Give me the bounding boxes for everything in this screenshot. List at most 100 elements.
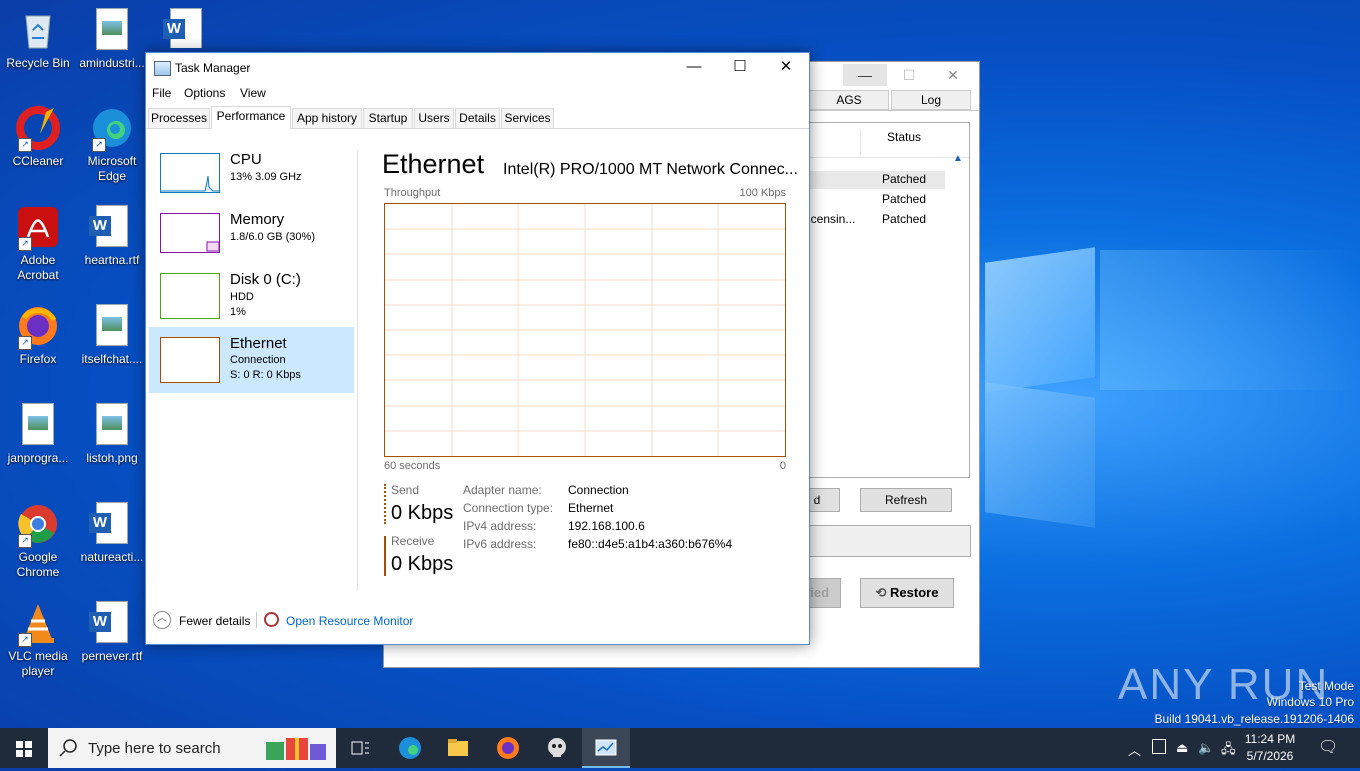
desktop-icon-acrobat[interactable]: ↗ Adobe Acrobat — [0, 205, 76, 283]
sidebar-item-cpu[interactable]: CPU 13% 3.09 GHz — [149, 147, 354, 211]
bg-row-name: icensin... — [808, 212, 856, 226]
tab-details[interactable]: Details — [455, 108, 500, 128]
desktop-icon-recycle-bin[interactable]: Recycle Bin — [0, 8, 76, 71]
desktop-icon-edge[interactable]: ↗ Microsoft Edge — [74, 106, 150, 184]
chrome-icon: ↗ — [16, 502, 60, 548]
recycle-bin-icon — [16, 8, 60, 52]
tab-performance[interactable]: Performance — [211, 106, 291, 129]
desktop-icon-ccleaner[interactable]: ↗ CCleaner — [0, 106, 76, 169]
max-scale-label: 100 Kbps — [739, 187, 786, 199]
close-button[interactable]: ✕ — [763, 53, 809, 83]
refresh-button[interactable]: Refresh — [860, 488, 952, 512]
tab-startup[interactable]: Startup — [363, 108, 413, 128]
bg-close-button[interactable]: ✕ — [931, 64, 975, 86]
sidebar-disk-name: Disk 0 (C:) — [230, 271, 301, 288]
sidebar-item-disk[interactable]: Disk 0 (C:) HDD 1% — [149, 267, 354, 331]
desktop-icon-pernever[interactable]: W pernever.rtf — [74, 601, 150, 664]
menu-file[interactable]: File — [152, 86, 171, 100]
bg-tab-ags[interactable]: AGS — [809, 90, 889, 110]
open-resource-monitor-link[interactable]: Open Resource Monitor — [264, 611, 434, 631]
taskbar-clock[interactable]: 11:24 PM 5/7/2026 — [1240, 731, 1300, 765]
disk-mini-graph — [160, 273, 220, 319]
throughput-label: Throughput — [384, 187, 441, 199]
taskbar-edge-button[interactable] — [386, 728, 434, 768]
tray-device-icon[interactable]: ⏏ — [1176, 740, 1188, 756]
adapter-name-value: Connection — [568, 483, 629, 497]
minimize-button[interactable]: — — [671, 53, 717, 83]
bg-minimize-button[interactable]: — — [843, 64, 887, 86]
bg-row-status: Patched — [882, 192, 927, 206]
tab-services[interactable]: Services — [501, 108, 554, 128]
firefox-icon — [497, 737, 519, 759]
volume-icon[interactable]: 🔈 — [1198, 740, 1214, 756]
windows-logo-icon — [16, 741, 32, 757]
desktop-icon-word-doc[interactable]: W — [148, 8, 224, 48]
bg-col-status[interactable]: Status — [887, 130, 921, 144]
start-button[interactable] — [0, 728, 48, 768]
sidebar-memory-name: Memory — [230, 211, 285, 228]
tray-app-icon[interactable] — [1152, 739, 1166, 754]
task-view-button[interactable] — [336, 728, 384, 768]
wallpaper-window-pane — [985, 247, 1095, 393]
menu-options[interactable]: Options — [184, 86, 225, 100]
ccleaner-icon: ↗ — [16, 106, 60, 152]
desktop-icon-label: janprogra... — [7, 451, 69, 465]
word-file-icon: W — [89, 601, 128, 643]
image-file-icon — [22, 403, 54, 445]
sidebar-item-memory[interactable]: Memory 1.8/6.0 GB (30%) — [149, 207, 354, 271]
desktop-icon-vlc[interactable]: ↗ VLC media player — [0, 601, 76, 679]
word-file-icon: W — [163, 8, 202, 48]
title-bar[interactable]: Task Manager — ☐ ✕ — [146, 53, 809, 83]
menu-view[interactable]: View — [240, 86, 266, 100]
desktop-icon-label: natureacti... — [80, 550, 144, 564]
task-manager-icon — [154, 61, 171, 76]
taskbar-task-manager-button[interactable] — [582, 728, 630, 768]
connection-type-label: Connection type: — [463, 501, 554, 515]
ipv6-value: fe80::d4e5:a1b4:a360:b676%4 — [568, 537, 733, 551]
bg-maximize-button[interactable]: ☐ — [887, 64, 931, 86]
show-hidden-icons[interactable]: ︿ — [1128, 740, 1141, 759]
desktop-icon-label: listoh.png — [86, 451, 138, 465]
page-title: Ethernet — [382, 149, 485, 179]
time-axis-label: 60 seconds — [384, 460, 441, 472]
scroll-up-icon[interactable]: ▲ — [953, 153, 963, 164]
sidebar-ethernet-name: Ethernet — [230, 335, 287, 352]
desktop-icon-heartna[interactable]: W heartna.rtf — [74, 205, 150, 268]
tab-processes[interactable]: Processes — [148, 108, 210, 128]
tab-app-history[interactable]: App history — [292, 108, 362, 128]
taskbar-firefox-button[interactable] — [484, 728, 532, 768]
firefox-icon: ↗ — [16, 304, 60, 350]
taskbar-app-button[interactable] — [533, 728, 581, 768]
taskbar-search-box[interactable]: Type here to search — [48, 728, 336, 768]
notifications-icon[interactable]: 🗨 — [1318, 737, 1338, 757]
task-manager-window[interactable]: Task Manager — ☐ ✕ File Options View Pro… — [145, 52, 810, 645]
desktop-icon-chrome[interactable]: ↗ Google Chrome — [0, 502, 76, 580]
sidebar-item-ethernet[interactable]: Ethernet Connection S: 0 R: 0 Kbps — [149, 327, 354, 393]
sidebar-ethernet-connection: Connection — [230, 354, 286, 366]
folder-icon — [448, 739, 468, 756]
open-resource-monitor-label: Open Resource Monitor — [286, 614, 414, 628]
ipv4-value: 192.168.100.6 — [568, 519, 645, 533]
search-highlight-gifts-icon — [264, 734, 330, 762]
image-file-icon — [96, 8, 128, 50]
ethernet-mini-graph — [160, 337, 220, 383]
taskbar: Type here to search ︿ ⏏ 🔈 🖧 11:24 PM 5/7… — [0, 728, 1360, 768]
desktop-icon-itselfchat[interactable]: itselfchat.... — [74, 304, 150, 367]
sidebar-cpu-name: CPU — [230, 151, 262, 168]
send-label: Send — [391, 483, 420, 497]
desktop-icon-janprogra[interactable]: janprogra... — [0, 403, 76, 466]
tab-users[interactable]: Users — [414, 108, 454, 128]
restore-button[interactable]: ⟲ Restore — [860, 578, 954, 608]
shortcut-arrow-icon: ↗ — [18, 633, 32, 647]
task-view-icon — [351, 741, 369, 755]
network-icon[interactable]: 🖧 — [1221, 740, 1236, 762]
desktop-icon-firefox[interactable]: ↗ Firefox — [0, 304, 76, 367]
desktop-icon-natureacti[interactable]: W natureacti... — [74, 502, 150, 565]
desktop-icon-amindustri[interactable]: amindustri... — [74, 8, 150, 71]
bg-tab-log[interactable]: Log — [891, 90, 971, 110]
desktop-icon-listoh[interactable]: listoh.png — [74, 403, 150, 466]
restore-label: Restore — [890, 585, 939, 600]
test-mode-text: Test Mode — [1298, 679, 1354, 693]
maximize-button[interactable]: ☐ — [717, 53, 763, 83]
taskbar-explorer-button[interactable] — [434, 728, 482, 768]
